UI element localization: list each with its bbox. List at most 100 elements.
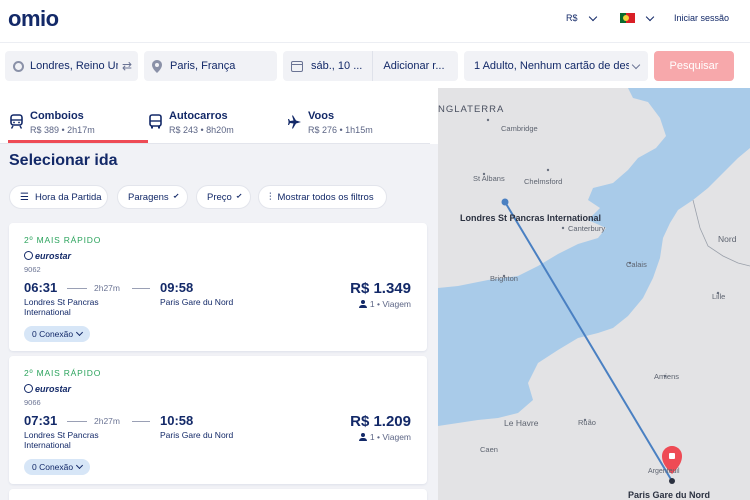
result-card[interactable]: 2º MAIS RÁPIDO eurostar 9066 07:31 2h27m… — [9, 356, 427, 484]
plane-icon — [288, 115, 301, 129]
train-icon — [10, 114, 23, 129]
arrival-time: 10:58 — [160, 413, 194, 428]
filter-departure-time[interactable]: ☰ Hora da Partida — [9, 185, 108, 209]
departure-date[interactable]: sáb., 10 ... — [311, 60, 362, 72]
route-map[interactable]: NGLATERRA Cambridge St Albans Chelmsford… — [438, 88, 750, 500]
eurostar-logo: eurostar — [24, 384, 71, 394]
connections-label: 0 Conexão — [32, 462, 74, 472]
sliders-icon: ⫶ — [269, 191, 272, 203]
map-label-lille: Lille — [712, 292, 726, 301]
currency-label: R$ — [566, 13, 578, 23]
map-label-caen: Caen — [480, 445, 498, 454]
brand-name: eurostar — [35, 251, 72, 261]
omio-logo[interactable]: omio — [8, 6, 59, 32]
train-number: 9066 — [24, 398, 41, 407]
trip-duration: 2h27m — [94, 416, 120, 426]
chevron-down-icon — [236, 192, 242, 199]
departure-station: Londres St Pancras International — [24, 297, 99, 317]
filter-label: Preço — [207, 191, 232, 203]
map-label-nord: Nord — [718, 234, 737, 244]
arrival-station: Paris Gare du Nord — [160, 297, 234, 307]
tab-flights[interactable]: Voos R$ 276 • 1h15m — [308, 110, 373, 140]
result-card[interactable]: 2º MAIS RÁPIDO eurostar 9062 06:31 2h27m… — [9, 223, 427, 351]
ticket-price: R$ 1.209 — [350, 413, 411, 430]
origin-field[interactable]: Londres, Reino Unido ⇄ — [5, 51, 138, 81]
tab-trains[interactable]: Comboios R$ 389 • 2h17m — [30, 110, 95, 140]
portugal-flag-icon — [620, 13, 635, 23]
map-label-brighton: Brighton — [490, 274, 518, 283]
speed-badge: 2º MAIS RÁPIDO — [24, 235, 102, 245]
map-label-le-havre: Le Havre — [504, 418, 539, 428]
person-icon — [358, 433, 367, 441]
origin-value: Londres, Reino Unido — [30, 60, 118, 72]
passenger-label: 1 • Viagem — [369, 432, 411, 442]
filter-stops[interactable]: Paragens — [117, 185, 188, 209]
tab-flights-sub: R$ 276 • 1h15m — [308, 125, 373, 135]
map-canvas — [438, 88, 750, 500]
bus-icon — [149, 114, 162, 129]
currency-selector[interactable]: R$ — [566, 12, 597, 23]
date-divider — [372, 51, 374, 81]
timeline-line — [132, 421, 150, 422]
language-selector[interactable] — [620, 12, 655, 23]
search-button[interactable]: Pesquisar — [654, 51, 734, 81]
train-number: 9062 — [24, 265, 41, 274]
filter-label: Paragens — [128, 191, 169, 203]
top-header: omio R$ Iniciar sessão — [0, 0, 750, 42]
signin-link[interactable]: Iniciar sessão — [674, 13, 729, 23]
tab-buses[interactable]: Autocarros R$ 243 • 8h20m — [169, 110, 234, 140]
map-label-cambridge: Cambridge — [501, 124, 538, 133]
connections-toggle[interactable]: 0 Conexão — [24, 459, 91, 475]
section-title: Selecionar ida — [9, 152, 118, 169]
timeline-line — [67, 288, 87, 289]
destination-field[interactable]: Paris, França — [144, 51, 277, 81]
map-label-england: NGLATERRA — [438, 104, 505, 115]
departure-time: 07:31 — [24, 413, 58, 428]
tab-buses-sub: R$ 243 • 8h20m — [169, 125, 234, 135]
filter-label: Hora da Partida — [34, 191, 102, 203]
tab-trains-sub: R$ 389 • 2h17m — [30, 125, 95, 135]
filter-price[interactable]: Preço — [196, 185, 251, 209]
sort-icon: ☰ — [20, 191, 29, 203]
tab-flights-title: Voos — [308, 110, 335, 122]
destination-dot — [669, 478, 675, 484]
chevron-down-icon — [173, 192, 179, 199]
departure-time: 06:31 — [24, 280, 58, 295]
map-label-canterbury: Canterbury — [568, 224, 606, 233]
timeline-line — [67, 421, 87, 422]
connections-label: 0 Conexão — [32, 329, 74, 339]
ticket-price: R$ 1.349 — [350, 280, 411, 297]
passengers-field[interactable]: 1 Adulto, Nenhum cartão de desconto — [464, 51, 648, 81]
swap-icon[interactable]: ⇄ — [122, 59, 132, 73]
chevron-down-icon — [76, 461, 84, 470]
map-label-st-albans: St Albans — [473, 174, 505, 183]
departure-station: Londres St Pancras International — [24, 430, 99, 450]
map-label-paris-station: Paris Gare du Nord — [628, 490, 711, 500]
chevron-down-icon — [631, 60, 641, 69]
result-card[interactable] — [9, 489, 427, 500]
chevron-down-icon — [76, 328, 84, 337]
connections-toggle[interactable]: 0 Conexão — [24, 326, 91, 342]
map-label-chelmsford: Chelmsford — [524, 177, 563, 186]
chevron-down-icon — [588, 12, 597, 21]
passenger-label: 1 • Viagem — [369, 299, 411, 309]
passenger-info: 1 • Viagem — [358, 432, 411, 442]
map-label-amiens: Amiens — [654, 372, 680, 381]
speed-badge: 2º MAIS RÁPIDO — [24, 368, 102, 378]
arrival-station: Paris Gare du Nord — [160, 430, 234, 440]
destination-value: Paris, França — [170, 60, 236, 72]
tabs-divider — [0, 143, 430, 144]
search-bar: Londres, Reino Unido ⇄ Paris, França sáb… — [0, 42, 750, 88]
origin-circle-icon — [13, 60, 24, 72]
tab-buses-title: Autocarros — [169, 110, 228, 122]
results-panel: Comboios R$ 389 • 2h17m Autocarros R$ 24… — [0, 88, 438, 500]
brand-name: eurostar — [35, 384, 72, 394]
map-label-calais: Calais — [626, 260, 647, 269]
filter-show-all[interactable]: ⫶ Mostrar todos os filtros — [258, 185, 387, 209]
eurostar-ring-icon — [24, 384, 33, 393]
arrival-time: 09:58 — [160, 280, 194, 295]
date-field[interactable]: sáb., 10 ... Adicionar r... — [283, 51, 458, 81]
location-pin-icon — [152, 59, 162, 73]
return-date-placeholder[interactable]: Adicionar r... — [383, 60, 444, 72]
map-label-argenteuil: Argenteuil — [648, 468, 680, 475]
